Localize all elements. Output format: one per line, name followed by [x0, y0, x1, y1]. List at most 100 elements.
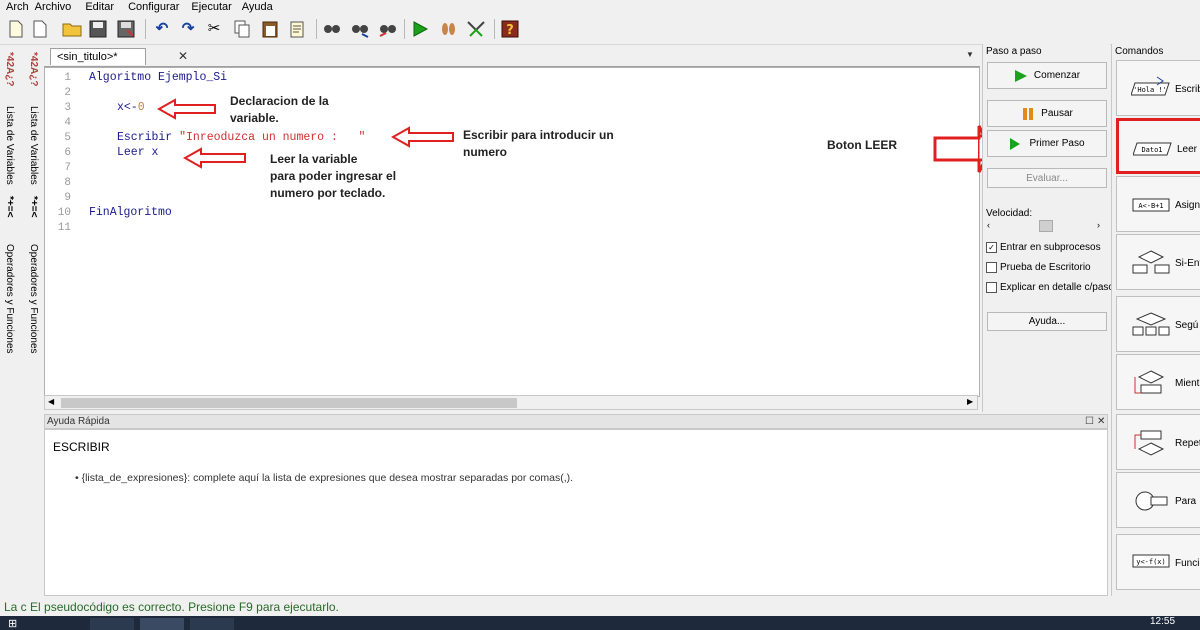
code-line-10: FinAlgoritmo: [89, 206, 172, 219]
keyword: Leer: [117, 146, 145, 159]
cmd-asignar-button[interactable]: A<-B+1 Asigna: [1116, 176, 1200, 232]
svg-text:A<-B+1: A<-B+1: [1138, 202, 1163, 210]
cmd-escribir-button[interactable]: 'Hola !' Escrib: [1116, 60, 1200, 116]
variables-tab-icon: *42A¿?: [4, 52, 15, 87]
menu-item-ayuda[interactable]: Ayuda: [238, 1, 279, 13]
comenzar-button[interactable]: Comenzar: [987, 62, 1107, 89]
find-next-icon[interactable]: [350, 19, 370, 39]
edit-icon[interactable]: [288, 19, 308, 39]
close-icon[interactable]: ✕: [1097, 415, 1105, 429]
svg-text:y<-f(x): y<-f(x): [1136, 558, 1166, 566]
annotation-arrow: [183, 147, 246, 169]
code-line-3: x<-0: [117, 101, 145, 114]
maximize-icon[interactable]: ☐: [1085, 415, 1094, 429]
taskbar-app[interactable]: [190, 618, 234, 630]
step-icon[interactable]: [438, 19, 458, 39]
cmd-para-button[interactable]: Para: [1116, 472, 1200, 528]
save-as-icon[interactable]: [116, 19, 136, 39]
speed-slider[interactable]: ‹ ›: [987, 220, 1105, 232]
help-icon[interactable]: ?: [500, 19, 520, 39]
chevron-right-icon[interactable]: ▶: [967, 397, 973, 406]
cmd-si-entonces-button[interactable]: Si-Ento: [1116, 234, 1200, 290]
quick-help-bullet: • {lista_de_expresiones}: complete aquí …: [75, 472, 574, 484]
line-number: 2: [64, 87, 71, 99]
cmd-leer-button[interactable]: Dato1 Leer: [1116, 118, 1200, 174]
document-tab[interactable]: <sin_titulo>*: [50, 48, 146, 65]
undo-icon[interactable]: ↶: [152, 19, 172, 39]
segun-icon: [1132, 312, 1170, 336]
entrar-subprocesos-checkbox[interactable]: ✓ Entrar en subprocesos: [986, 242, 1101, 253]
operators-tab-icon: *+=<: [28, 196, 39, 218]
editor-horizontal-scrollbar[interactable]: ◀ ▶: [44, 395, 978, 410]
menu-item-editar[interactable]: Editar: [77, 1, 120, 13]
scrollbar-thumb[interactable]: [61, 398, 517, 408]
funcion-icon: y<-f(x): [1132, 554, 1170, 568]
code-editor[interactable]: 1 2 3 4 5 6 7 8 9 10 11 Algoritmo Ejempl…: [44, 67, 993, 397]
copy-icon[interactable]: [232, 19, 252, 39]
chevron-left-icon[interactable]: ◀: [48, 397, 54, 406]
annotation-arrow: [391, 126, 454, 148]
cmd-mientras-button[interactable]: Mientra: [1116, 354, 1200, 410]
replace-icon[interactable]: [378, 19, 398, 39]
save-icon[interactable]: [88, 19, 108, 39]
variables-side-tab-2[interactable]: *42A¿? Lista de Variables *+=< Operadore…: [26, 48, 40, 596]
code-line-6: Leer x: [117, 146, 158, 159]
open-folder-icon[interactable]: [62, 19, 82, 39]
new-file-icon[interactable]: [6, 19, 26, 39]
repetir-icon: [1134, 430, 1165, 456]
line-number: 5: [64, 132, 71, 144]
para-icon: [1135, 491, 1168, 511]
taskbar-app[interactable]: [140, 618, 184, 630]
cmd-repetir-button[interactable]: Repetir: [1116, 414, 1200, 470]
keyword: Algoritmo: [89, 71, 152, 84]
operators-tab-icon: *+=<: [4, 196, 15, 218]
menu-item-configurar[interactable]: Configurar: [120, 1, 185, 13]
annotation-note: Boton LEER: [827, 138, 897, 152]
line-number: 10: [57, 207, 71, 219]
variables-side-tab[interactable]: *42A¿? Lista de Variables *+=< Operadore…: [2, 48, 16, 596]
play-icon: [1014, 69, 1027, 82]
line-number: 4: [64, 117, 71, 129]
ayuda-button[interactable]: Ayuda...: [987, 312, 1107, 331]
redo-icon[interactable]: ↷: [178, 19, 198, 39]
operators-tab-label: Operadores y Funciones: [4, 244, 15, 354]
run-icon[interactable]: [410, 19, 430, 39]
toolbar: ↶ ↷ ✂ ?: [0, 14, 1200, 45]
keyword: Escribir: [117, 131, 173, 144]
debug-icon[interactable]: [466, 19, 486, 39]
pausar-button[interactable]: Pausar: [987, 100, 1107, 127]
panel-title: Comandos: [1115, 46, 1164, 57]
slider-thumb[interactable]: [1039, 220, 1053, 232]
speed-label: Velocidad:: [986, 208, 1033, 219]
annotation-note: Declaracion de la variable.: [230, 94, 329, 125]
paste-icon[interactable]: [260, 19, 280, 39]
annotation-note: Leer la variable para poder ingresar el nu…: [270, 152, 397, 200]
assign-operator: <-: [123, 101, 138, 114]
menu-item-archivo[interactable]: Archivo: [35, 1, 78, 13]
close-icon[interactable]: ✕: [178, 49, 188, 63]
svg-text:'Hola !': 'Hola !': [1133, 86, 1167, 94]
variable: x: [151, 146, 159, 159]
explicar-detalle-checkbox[interactable]: Explicar en detalle c/paso: [986, 282, 1114, 293]
quick-help-panel: ESCRIBIR • {lista_de_expresiones}: compl…: [44, 429, 1108, 596]
svg-text:Dato1: Dato1: [1141, 146, 1162, 154]
menu-item-arch[interactable]: Arch: [0, 1, 35, 13]
chevron-down-icon[interactable]: ▼: [966, 50, 974, 59]
variables-tab-label: Lista de Variables: [4, 106, 15, 185]
prueba-escritorio-checkbox[interactable]: Prueba de Escritorio: [986, 262, 1091, 273]
string-literal: "Inreoduzca un numero : ": [179, 131, 366, 144]
si-entonces-icon: [1132, 250, 1170, 274]
step-icon: [1010, 137, 1021, 150]
menu-item-ejecutar[interactable]: Ejecutar: [185, 1, 237, 13]
taskbar-app[interactable]: [90, 618, 134, 630]
line-number: 11: [57, 222, 71, 234]
cmd-funcion-button[interactable]: y<-f(x) Funció: [1116, 534, 1200, 590]
find-icon[interactable]: [322, 19, 342, 39]
cmd-segun-button[interactable]: Segú: [1116, 296, 1200, 352]
evaluar-button[interactable]: Evaluar...: [987, 168, 1107, 188]
status-prefix: La c: [4, 600, 27, 614]
new-file-icon[interactable]: [30, 19, 50, 39]
windows-start-icon[interactable]: ⊞: [8, 617, 17, 630]
primer-paso-button[interactable]: Primer Paso: [987, 130, 1107, 157]
cut-icon[interactable]: ✂: [204, 19, 224, 39]
